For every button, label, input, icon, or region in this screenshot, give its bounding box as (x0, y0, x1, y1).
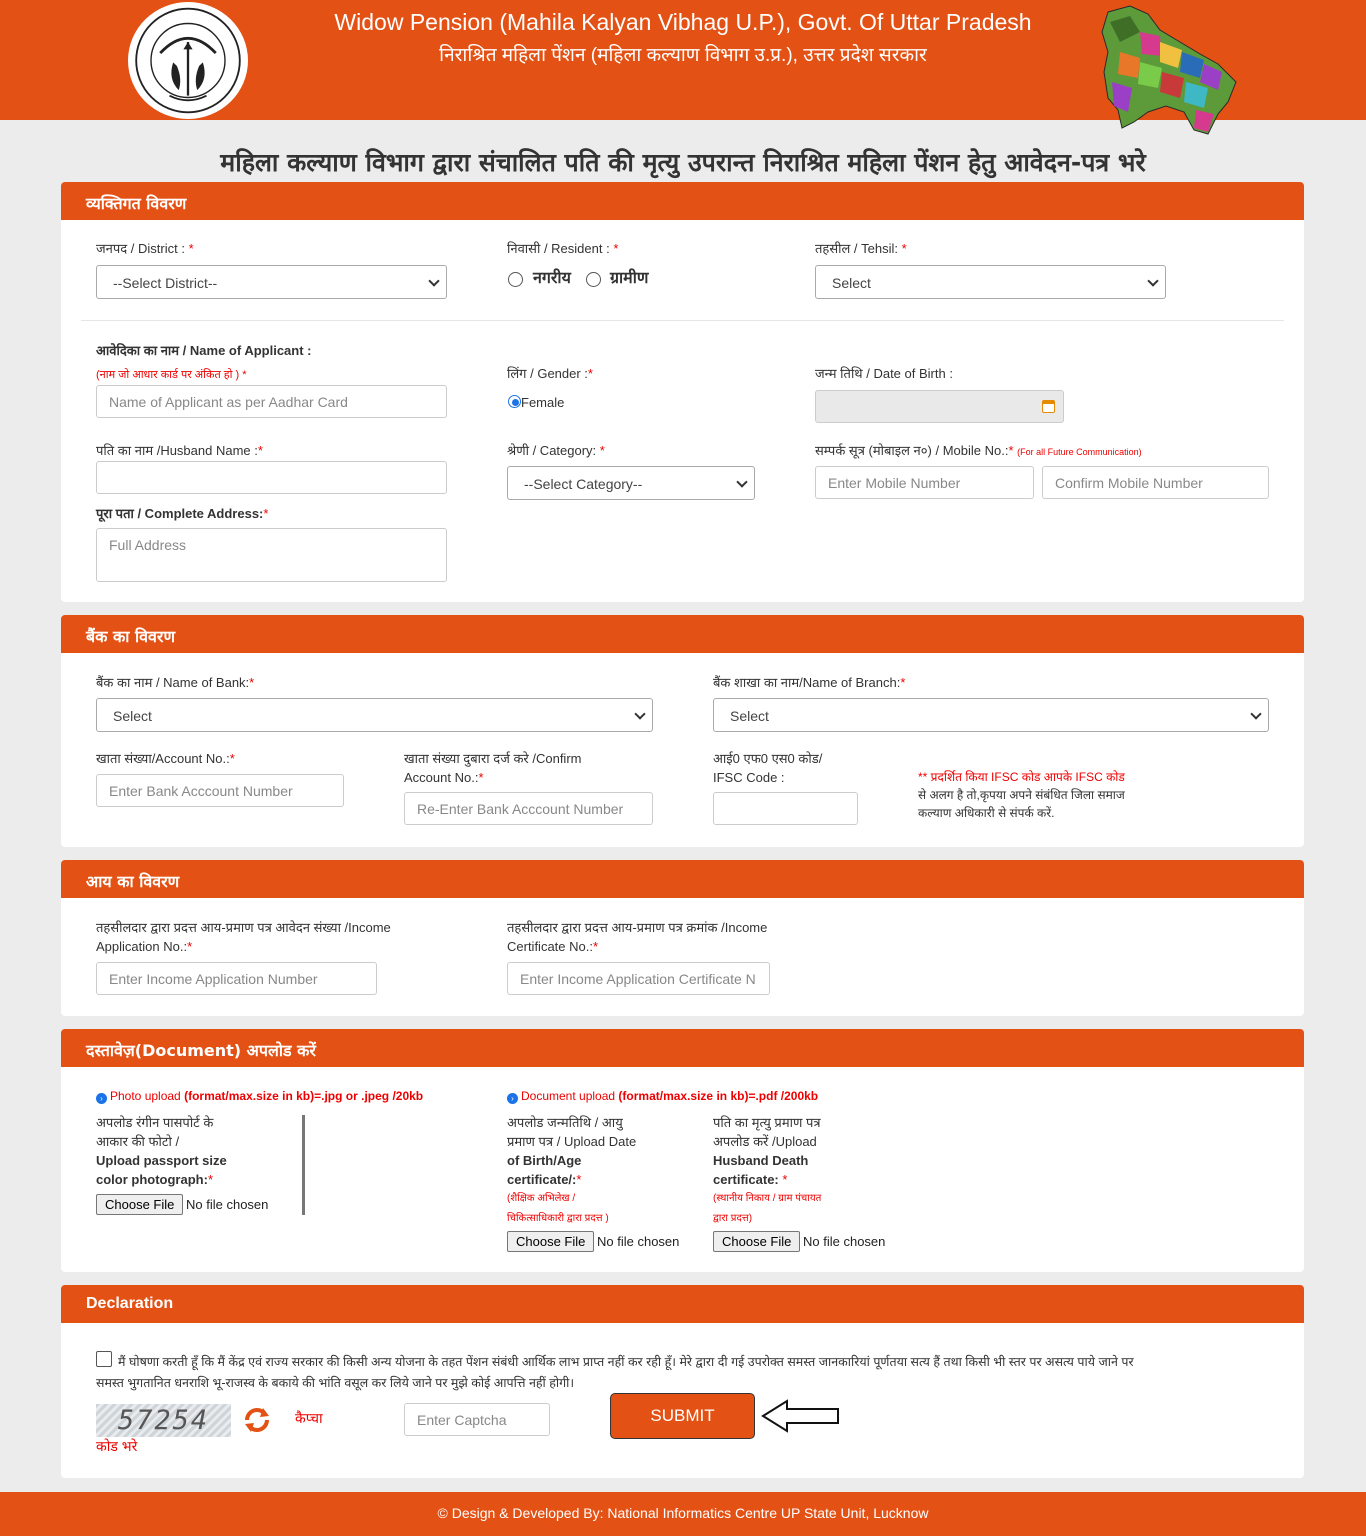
death-file-status: No file chosen (803, 1234, 886, 1249)
document-upload-heading: दस्तावेज़(Document) अपलोड करें (61, 1029, 1304, 1067)
category-select[interactable]: --Select Category-- (507, 466, 755, 500)
district-label: जनपद / District : * (96, 241, 194, 256)
chevron-down-icon (634, 708, 646, 720)
death-certificate-note: (स्थानीय निकाय / ग्राम पंचायत द्वारा प्रद… (713, 1193, 822, 1224)
photo-upload-label: अपलोड रंगीन पासपोर्ट के आकार की फोटो / Upl… (96, 1115, 227, 1187)
personal-details-section: व्यक्तिगत विवरण जनपद / District : * --Se… (61, 182, 1304, 602)
page-header: Widow Pension (Mahila Kalyan Vibhag U.P.… (0, 0, 1366, 135)
chevron-down-icon (736, 476, 748, 488)
dob-input[interactable] (815, 390, 1064, 423)
vertical-divider (302, 1115, 305, 1215)
info-icon: › (507, 1093, 518, 1104)
income-certificate-input[interactable]: Enter Income Application Certificate N (507, 962, 770, 995)
applicant-name-input[interactable]: Name of Applicant as per Aadhar Card (96, 385, 447, 418)
photo-choose-file-button[interactable]: Choose File (96, 1194, 184, 1215)
resident-rural-label: ग्रामीण (610, 270, 649, 287)
category-label: श्रेणी / Category: * (507, 443, 605, 458)
branch-name-label: बैंक शाखा का नाम/Name of Branch:* (713, 675, 906, 690)
dob-label: जन्म तिथि / Date of Birth : (815, 366, 953, 381)
submit-button[interactable]: SUBMIT (610, 1393, 755, 1439)
declaration-section: Declaration मैं घोषणा करती हूँ कि मैं के… (61, 1285, 1304, 1478)
confirm-account-label: खाता संख्या दुबारा दर्ज करे /Confirm Acco… (404, 751, 582, 785)
resident-label: निवासी / Resident : * (507, 241, 619, 256)
dob-certificate-label: अपलोड जन्मतिथि / आयु प्रमाण पत्र / Upload… (507, 1115, 637, 1187)
captcha-label: कैप्चा (295, 1410, 323, 1426)
bank-name-label: बैंक का नाम / Name of Bank:* (96, 675, 255, 690)
income-details-heading: आय का विवरण (61, 860, 1304, 898)
refresh-captcha-icon[interactable] (241, 1404, 273, 1436)
husband-name-input[interactable] (96, 461, 447, 494)
photo-upload-info: › Photo upload (format/max.size in kb)=.j… (96, 1087, 423, 1106)
page-footer: © Design & Developed By: National Inform… (0, 1492, 1366, 1536)
death-certificate-label: पति का मृत्यु प्रमाण पत्र अपलोड करें /Upl… (713, 1115, 821, 1187)
income-certificate-label: तहसीलदार द्वारा प्रदत्त आय-प्रमाण पत्र क… (507, 920, 768, 954)
account-number-input[interactable]: Enter Bank Acccount Number (96, 774, 344, 807)
captcha-input[interactable]: Enter Captcha (404, 1403, 550, 1436)
calendar-icon[interactable] (1042, 400, 1055, 413)
info-icon: › (96, 1093, 107, 1104)
death-choose-file-button[interactable]: Choose File (713, 1231, 801, 1252)
resident-urban-label: नगरीय (533, 270, 571, 287)
branch-name-select[interactable]: Select (713, 698, 1269, 732)
declaration-heading: Declaration (61, 1285, 1304, 1323)
income-details-section: आय का विवरण तहसीलदार द्वारा प्रदत्त आय-प… (61, 860, 1304, 1016)
dob-certificate-note: (शैक्षिक अभिलेख / चिकित्साधिकारी द्वारा प… (507, 1193, 609, 1224)
mobile-confirm-input[interactable]: Confirm Mobile Number (1042, 466, 1269, 499)
bank-details-section: बैंक का विवरण बैंक का नाम / Name of Bank… (61, 615, 1304, 847)
document-upload-info: › Document upload (format/max.size in kb)… (507, 1087, 818, 1106)
address-textarea[interactable]: Full Address (96, 528, 447, 582)
document-upload-section: दस्तावेज़(Document) अपलोड करें › Photo up… (61, 1029, 1304, 1272)
resident-urban-radio[interactable] (508, 272, 523, 287)
dob-choose-file-button[interactable]: Choose File (507, 1231, 595, 1252)
chevron-down-icon (1250, 708, 1262, 720)
chevron-down-icon (428, 275, 440, 287)
dob-file-status: No file chosen (597, 1234, 680, 1249)
ifsc-label: आई0 एफ0 एस0 कोड/IFSC Code : (713, 751, 823, 785)
captcha-image: 57254 (96, 1404, 231, 1437)
district-select[interactable]: --Select District-- (96, 265, 447, 299)
account-number-label: खाता संख्या/Account No.:* (96, 751, 235, 766)
mobile-label: सम्पर्क सूत्र (मोबाइल न०) / Mobile No.:*… (815, 443, 1142, 458)
gender-female-label: Female (521, 395, 565, 410)
tehsil-select[interactable]: Select (815, 265, 1166, 299)
photo-file-status: No file chosen (186, 1197, 269, 1212)
applicant-name-label: आवेदिका का नाम / Name of Applicant : (96, 343, 312, 358)
address-label: पूरा पता / Complete Address:* (96, 506, 269, 521)
ifsc-input[interactable] (713, 792, 858, 825)
mobile-input[interactable]: Enter Mobile Number (815, 466, 1034, 499)
chevron-down-icon (1147, 275, 1159, 287)
personal-details-heading: व्यक्तिगत विवरण (61, 182, 1304, 220)
section-divider (81, 320, 1284, 321)
uttar-pradesh-map-icon (1100, 2, 1240, 137)
resident-rural-radio[interactable] (586, 272, 601, 287)
bank-name-select[interactable]: Select (96, 698, 653, 732)
gender-label: लिंग / Gender :* (507, 366, 593, 381)
declaration-text: मैं घोषणा करती हूँ कि मैं केंद्र एवं राज… (96, 1355, 1134, 1390)
captcha-label-continued: कोड भरे (96, 1438, 138, 1454)
gender-female-radio[interactable] (508, 395, 521, 408)
applicant-name-note: (नाम जो आधार कार्ड पर अंकित हो ) * (96, 369, 247, 381)
page-title: महिला कल्याण विभाग द्वारा संचालित पति की… (220, 148, 1146, 177)
confirm-account-input[interactable]: Re-Enter Bank Acccount Number (404, 792, 653, 825)
income-application-input[interactable]: Enter Income Application Number (96, 962, 377, 995)
arrow-left-icon (761, 1399, 841, 1433)
tehsil-label: तहसील / Tehsil: * (815, 241, 907, 256)
ifsc-note: ** प्रदर्शित किया IFSC कोड आपके IFSC कोड… (918, 770, 1125, 820)
income-application-label: तहसीलदार द्वारा प्रदत्त आय-प्रमाण पत्र आ… (96, 920, 391, 954)
husband-name-label: पति का नाम /Husband Name :* (96, 443, 263, 458)
bank-details-heading: बैंक का विवरण (61, 615, 1304, 653)
